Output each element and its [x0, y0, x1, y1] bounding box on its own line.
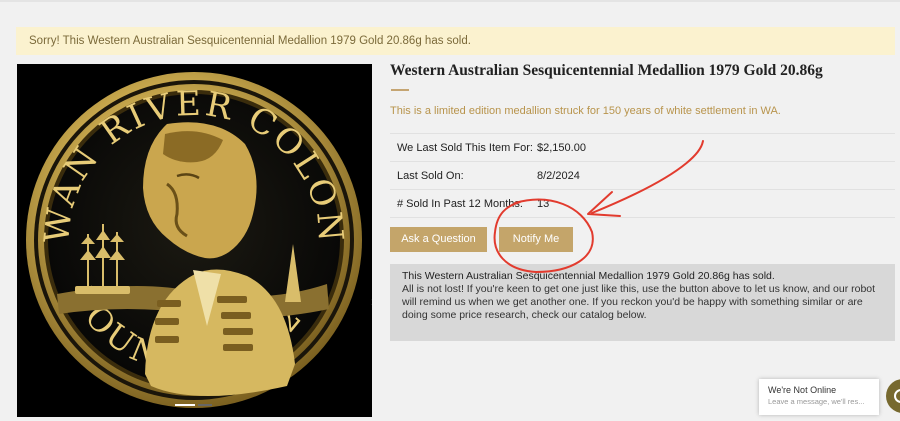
sold-count-value: 13 — [537, 189, 895, 218]
chat-widget[interactable]: We're Not Online Leave a message, we'll … — [759, 379, 879, 415]
chat-status: We're Not Online — [768, 385, 837, 395]
sold-count-label: # Sold In Past 12 Months: — [390, 189, 537, 218]
title-divider — [391, 89, 409, 91]
sold-alert-text: Sorry! This Western Australian Sesquicen… — [29, 35, 471, 47]
chat-bubble-icon[interactable] — [886, 379, 900, 413]
medallion-image: SWAN RIVER COLONY FOUNDED 1829 — [17, 64, 362, 408]
table-row: Last Sold On: 8/2/2024 — [390, 161, 895, 190]
sold-notice-body: All is not lost! If you're keen to get o… — [402, 283, 876, 321]
product-image[interactable]: SWAN RIVER COLONY FOUNDED 1829 — [17, 64, 372, 417]
sales-info-table: We Last Sold This Item For: $2,150.00 La… — [390, 133, 895, 218]
sold-notice-heading: This Western Australian Sesquicentennial… — [402, 270, 775, 282]
ask-question-button[interactable]: Ask a Question — [390, 227, 487, 252]
last-sold-price-value: $2,150.00 — [537, 133, 895, 162]
chat-prompt: Leave a message, we'll res... — [768, 397, 865, 406]
last-sold-date-label: Last Sold On: — [390, 161, 537, 190]
notify-me-button[interactable]: Notify Me — [499, 227, 573, 252]
product-subtitle: This is a limited edition medallion stru… — [390, 105, 781, 117]
last-sold-date-value: 8/2/2024 — [537, 161, 895, 190]
top-border — [0, 0, 900, 2]
sold-alert-banner: Sorry! This Western Australian Sesquicen… — [16, 27, 895, 55]
sold-notice-box: This Western Australian Sesquicentennial… — [390, 264, 895, 341]
table-row: # Sold In Past 12 Months: 13 — [390, 189, 895, 218]
chevron-right-icon[interactable]: › — [371, 294, 372, 308]
product-title: Western Australian Sesquicentennial Meda… — [390, 62, 823, 79]
last-sold-price-label: We Last Sold This Item For: — [390, 133, 537, 162]
table-row: We Last Sold This Item For: $2,150.00 — [390, 133, 895, 162]
